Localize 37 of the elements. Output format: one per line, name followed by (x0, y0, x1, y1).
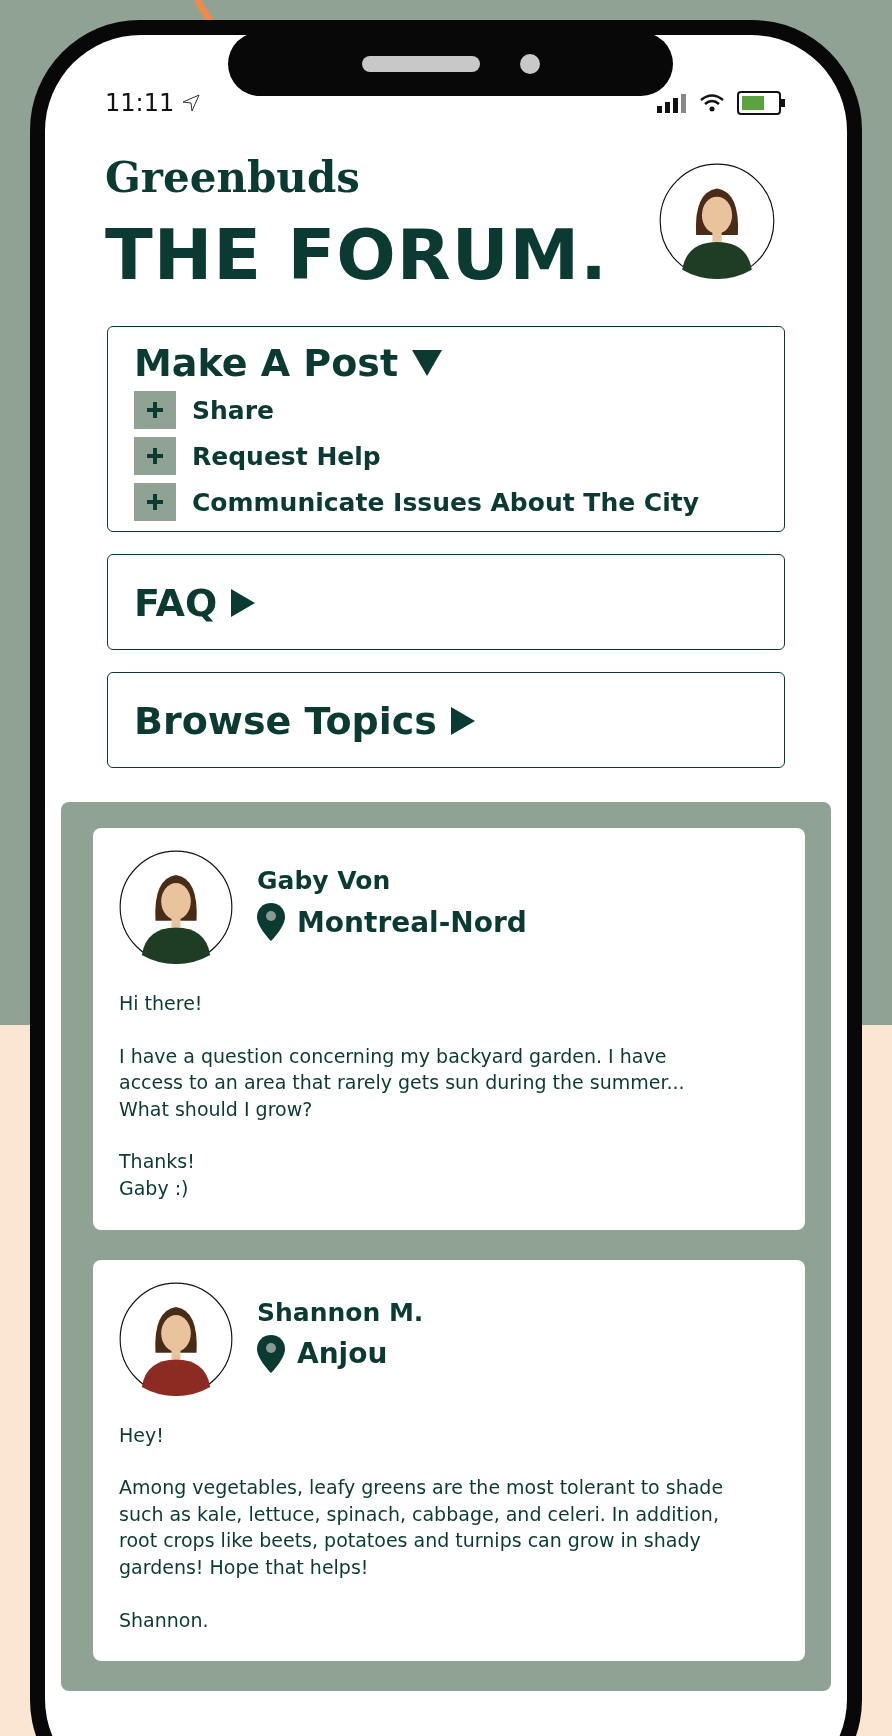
avatar-icon (119, 850, 233, 964)
brand-logo: Greenbuds (105, 153, 361, 202)
section-toggle[interactable]: Make A Post (134, 341, 443, 385)
post-option[interactable]: Communicate Issues About The City (134, 483, 758, 521)
page-title: THE FORUM. (105, 214, 608, 296)
speaker-grille-icon (361, 56, 480, 72)
post-text: Hi there! (119, 991, 204, 1016)
post-text: Among vegetables, leafy greens are the most tolerant to shade such as kale, lettuce, spinach, cabbage, and celeri. In addition, root crops like beets, potatoes and turnips can grow in shady gardens! Hope that helps! (119, 1475, 725, 1580)
section-toggle[interactable]: Browse Topics (134, 699, 475, 743)
location-name: Montreal-Nord (297, 905, 527, 939)
post-text: I have a question concerning my backyard garden. I have access to an area that rarely gets sun during the summer... What should I grow? (119, 1043, 686, 1122)
wifi-icon (699, 93, 725, 113)
plus-icon (134, 391, 176, 429)
battery-icon (737, 91, 787, 115)
plus-icon (134, 437, 176, 475)
caret-down-icon (412, 350, 443, 376)
location-pin-icon (257, 1334, 285, 1373)
status-time: 11:11 (105, 89, 201, 117)
location-name: Anjou (297, 1337, 388, 1371)
decorative-stroke (194, 0, 214, 22)
section-toggle[interactable]: FAQ (134, 581, 256, 625)
camera-icon (519, 54, 540, 74)
author-name: Gaby Von (257, 866, 392, 895)
caret-right-icon (450, 707, 475, 735)
signal-icon (657, 93, 687, 113)
plus-icon (134, 483, 176, 521)
author-name: Shannon M. (257, 1297, 424, 1327)
location-pin-icon (257, 903, 285, 941)
post-option[interactable]: Request Help (134, 437, 758, 475)
caret-right-icon (231, 589, 256, 617)
avatar-icon (119, 1281, 233, 1396)
location-arrow-icon (182, 94, 201, 112)
post-text: Hey! (119, 1422, 165, 1448)
post-text: Thanks! Gaby :) (119, 1149, 196, 1201)
post-text: Shannon. (119, 1607, 210, 1633)
avatar-icon (659, 163, 775, 279)
post-option[interactable]: Share (134, 391, 758, 429)
